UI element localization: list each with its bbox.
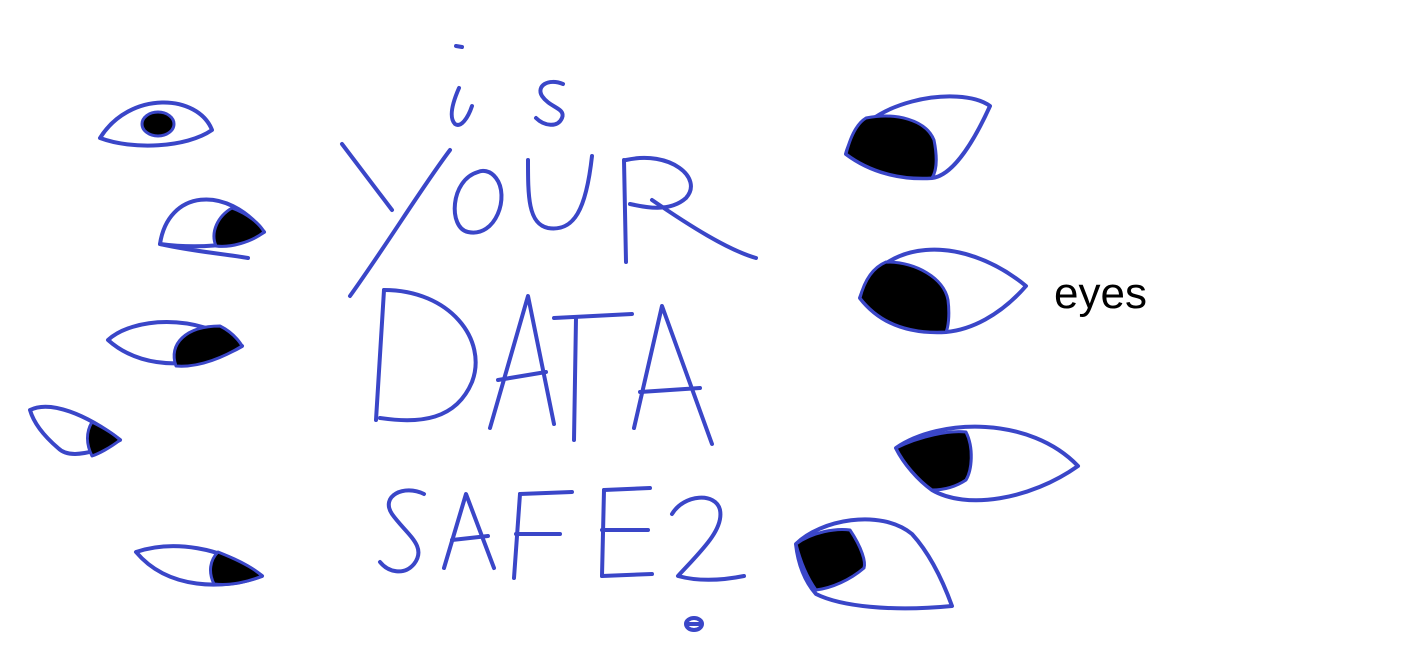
eye-5 (134, 544, 264, 587)
drawing-canvas (28, 44, 1080, 632)
eye-2 (158, 197, 266, 260)
eyes-label: eyes (1054, 269, 1147, 318)
eye-1 (98, 100, 214, 148)
eye-group-right (794, 94, 1080, 611)
eye-7 (858, 247, 1028, 335)
eye-6 (844, 94, 992, 181)
eye-3 (106, 320, 244, 368)
handwritten-headline (340, 44, 758, 632)
handwritten-word-your (340, 142, 758, 298)
handwritten-word-is (449, 44, 565, 127)
eye-group-left (28, 100, 266, 587)
handwritten-word-data (374, 288, 714, 446)
eye-4 (28, 404, 122, 458)
handwritten-word-safe (378, 486, 746, 632)
eye-8 (894, 424, 1080, 503)
eye-9 (794, 517, 954, 611)
